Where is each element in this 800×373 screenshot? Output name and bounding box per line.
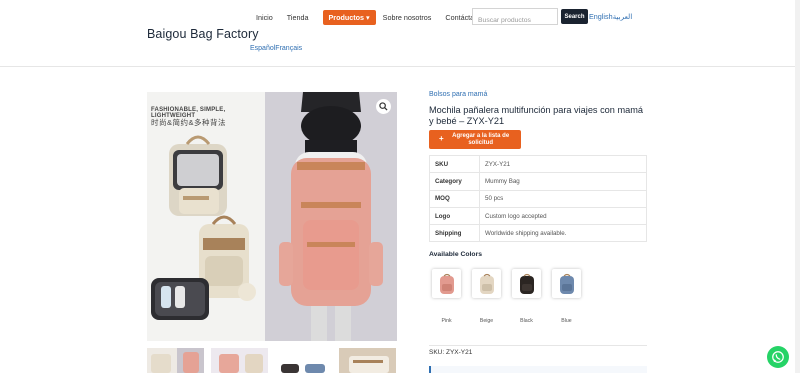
lang-english-link[interactable]: English: [589, 12, 613, 21]
spec-value: 50 pcs: [479, 189, 647, 208]
model-illustration: [265, 92, 397, 341]
bag-illustration: [151, 135, 256, 320]
lang-french-link[interactable]: Français: [275, 45, 302, 52]
thumbnail-1[interactable]: [147, 348, 204, 373]
color-swatch-beige[interactable]: Beige: [472, 269, 501, 324]
thumbnail-4[interactable]: [339, 348, 396, 373]
spec-value: Mummy Bag: [479, 172, 647, 191]
whatsapp-icon: [772, 351, 784, 363]
thumbnail-3[interactable]: [275, 348, 332, 373]
swatch-name: Blue: [561, 318, 572, 324]
swatch-name: Black: [520, 318, 533, 324]
color-swatch-pink[interactable]: Pink: [432, 269, 461, 324]
backpack-icon: [439, 273, 454, 294]
spec-key: MOQ: [429, 189, 480, 208]
nav-productos-label: Productos: [328, 12, 365, 22]
info-notice-box: [429, 366, 647, 373]
swatch-name: Beige: [479, 318, 494, 324]
whatsapp-chat-button[interactable]: [767, 346, 789, 368]
spec-key: Category: [429, 172, 480, 191]
spec-value: ZYX-Y21: [479, 154, 647, 174]
product-sku-meta: SKU: ZYX-Y21: [429, 349, 473, 356]
swatch-image: [512, 269, 541, 298]
nav-tienda[interactable]: Tienda: [287, 13, 309, 22]
spec-row-moq: MOQ 50 pcs: [429, 189, 647, 208]
plus-icon: +: [439, 134, 444, 144]
color-swatch-black[interactable]: Black: [512, 269, 541, 324]
image-panel-bags: FASHIONABLE, SIMPLE, LIGHTWEIGHT 时尚&简约&多…: [147, 92, 265, 341]
product-main-image[interactable]: FASHIONABLE, SIMPLE, LIGHTWEIGHT 时尚&简约&多…: [147, 92, 397, 341]
add-to-request-list-label: Agregar a la lista de solicitud: [452, 133, 510, 146]
backpack-icon: [519, 273, 534, 294]
add-to-request-list-button[interactable]: + Agregar a la lista de solicitud: [429, 130, 521, 149]
thumbnail-2[interactable]: [211, 348, 268, 373]
magnifier-icon: [379, 102, 388, 111]
search-button[interactable]: Search: [561, 9, 588, 24]
lang-spanish-link[interactable]: Español: [250, 45, 275, 52]
nav-inicio[interactable]: Inicio: [256, 13, 273, 22]
spec-value: Worldwide shipping available.: [479, 224, 647, 243]
color-swatch-list: Pink Beige Black Blue: [432, 269, 592, 324]
main-nav: Inicio Tienda Productos ▾ Sobre nosotros…: [256, 9, 500, 25]
thumbnail-2-image: [211, 348, 268, 373]
swatch-image: [552, 269, 581, 298]
header-divider: [0, 66, 800, 67]
zoom-button[interactable]: [376, 99, 391, 114]
search-box: [472, 8, 558, 28]
spec-key: Shipping: [429, 224, 480, 243]
thumbnail-4-image: [339, 348, 396, 373]
product-category-link[interactable]: Bolsos para mamá: [429, 91, 487, 98]
image-panel-model: [265, 92, 397, 341]
backpack-icon: [559, 273, 574, 294]
color-swatch-blue[interactable]: Blue: [552, 269, 581, 324]
spec-row-sku: SKU ZYX-Y21: [429, 154, 647, 174]
site-brand[interactable]: Baigou Bag Factory: [147, 27, 259, 41]
nav-sobre-nosotros[interactable]: Sobre nosotros: [383, 13, 432, 22]
backpack-icon: [479, 273, 494, 294]
meta-divider: [429, 345, 647, 346]
spec-key: Logo: [429, 206, 480, 226]
product-spec-table: SKU ZYX-Y21 Category Mummy Bag MOQ 50 pcs L…: [429, 154, 647, 243]
spec-row-category: Category Mummy Bag: [429, 172, 647, 191]
nav-productos[interactable]: Productos ▾: [322, 9, 376, 25]
product-title: Mochila pañalera multifunción para viaje…: [429, 105, 643, 126]
chevron-down-icon: ▾: [366, 12, 370, 22]
search-input[interactable]: [473, 13, 557, 28]
thumbnail-1-image: [147, 348, 204, 373]
spec-row-logo: Logo Custom logo accepted: [429, 206, 647, 226]
page-scrollbar[interactable]: [795, 0, 800, 373]
thumbnail-strip: [147, 348, 396, 373]
spec-value: Custom logo accepted: [479, 206, 647, 226]
spec-key: SKU: [429, 154, 480, 174]
swatch-image: [472, 269, 501, 298]
lang-arabic-link[interactable]: العربية: [613, 12, 633, 21]
language-switcher-top: Englishالعربية: [589, 12, 632, 21]
language-switcher-sub: EspañolFrançais: [250, 45, 302, 52]
available-colors-heading: Available Colors: [429, 251, 483, 258]
thumbnail-3-image: [275, 348, 332, 373]
swatch-image: [432, 269, 461, 298]
spec-row-shipping: Shipping Worldwide shipping available.: [429, 224, 647, 243]
swatch-name: Pink: [441, 318, 452, 324]
